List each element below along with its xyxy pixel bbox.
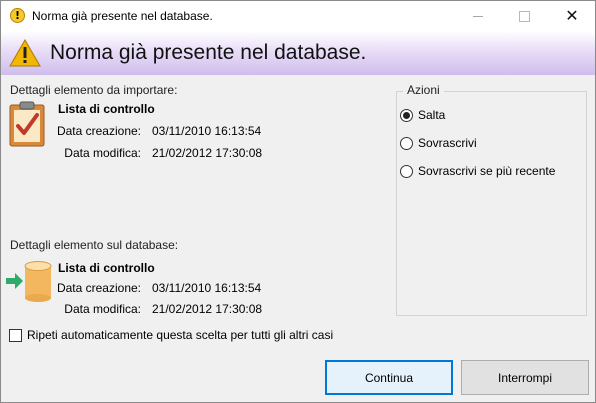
clipboard-check-icon — [9, 101, 45, 147]
radio-sovrascrivi-se-recente[interactable]: Sovrascrivi se più recente — [400, 164, 555, 178]
database-item-name: Lista di controllo — [58, 261, 155, 275]
database-modified-label: Data modifica: — [64, 302, 141, 316]
actions-legend: Azioni — [403, 83, 444, 97]
maximize-icon — [518, 10, 530, 22]
radio-sovrascrivi[interactable]: Sovrascrivi — [400, 136, 477, 150]
dialog-window: ! Norma già presente nel database. ✕ Nor… — [0, 0, 596, 403]
continue-button[interactable]: Continua — [325, 360, 453, 395]
window-title: Norma già presente nel database. — [32, 9, 213, 23]
import-modified-label: Data modifica: — [64, 146, 141, 160]
radio-button[interactable] — [400, 164, 413, 178]
database-modified-value: 21/02/2012 17:30:08 — [152, 302, 263, 316]
radio-label: Sovrascrivi se più recente — [418, 164, 556, 178]
database-created-value: 03/11/2010 16:13:54 — [152, 281, 262, 295]
maximize-button[interactable] — [501, 1, 547, 31]
minimize-button[interactable] — [455, 1, 501, 31]
close-icon: ✕ — [565, 6, 579, 25]
abort-button[interactable]: Interrompi — [461, 360, 589, 395]
import-item-name: Lista di controllo — [58, 102, 155, 116]
banner-title: Norma già presente nel database. — [50, 41, 367, 64]
import-created-label: Data creazione: — [56, 124, 141, 138]
radio-label: Salta — [418, 108, 446, 122]
import-created-value: 03/11/2010 16:13:54 — [152, 124, 262, 138]
radio-salta[interactable]: Salta — [400, 108, 445, 122]
exclamation-icon: ! — [10, 8, 25, 23]
close-button[interactable]: ✕ — [549, 1, 595, 31]
import-section-label: Dettagli elemento da importare: — [10, 83, 178, 97]
import-modified-value: 21/02/2012 17:30:08 — [152, 146, 263, 160]
header-banner: Norma già presente nel database. — [1, 31, 595, 75]
radio-button-checked[interactable] — [400, 108, 413, 122]
database-section-label: Dettagli elemento sul database: — [10, 238, 179, 252]
warning-triangle-icon — [9, 39, 41, 67]
database-created-label: Data creazione: — [56, 281, 141, 295]
repeat-choice-label: Ripeti automaticamente questa scelta per… — [27, 328, 334, 342]
title-bar[interactable]: ! Norma già presente nel database. ✕ — [1, 1, 595, 31]
repeat-choice-checkbox-row[interactable]: Ripeti automaticamente questa scelta per… — [9, 328, 333, 342]
radio-button[interactable] — [400, 136, 413, 150]
radio-label: Sovrascrivi — [418, 136, 477, 150]
minimize-icon — [473, 15, 483, 17]
repeat-choice-checkbox[interactable] — [9, 328, 22, 342]
database-arrow-icon — [6, 261, 52, 302]
actions-group — [396, 91, 587, 316]
